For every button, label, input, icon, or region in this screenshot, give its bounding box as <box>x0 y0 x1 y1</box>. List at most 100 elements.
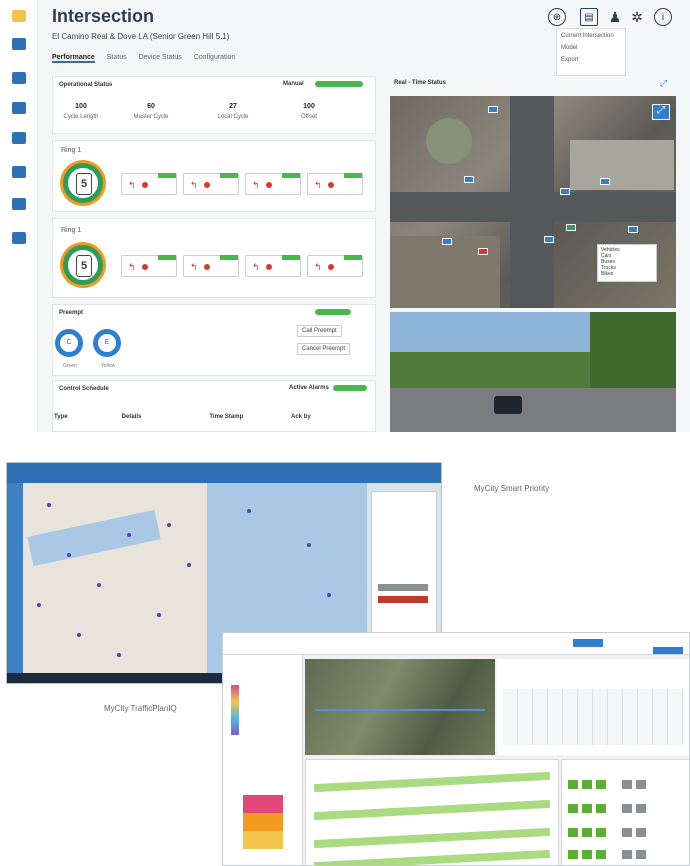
nav-settings-icon[interactable] <box>12 166 26 178</box>
incident-marker[interactable] <box>478 248 488 255</box>
panel-button[interactable] <box>378 596 428 603</box>
nav-list-icon[interactable] <box>12 102 26 114</box>
tab-device-status[interactable]: Device Status <box>139 54 182 61</box>
planiq-caption: MyCity TrafficPlanIQ <box>104 704 177 713</box>
panel-button[interactable] <box>378 584 428 591</box>
nav-folder-icon[interactable] <box>12 232 26 244</box>
priority-point[interactable] <box>167 523 171 527</box>
heat-cell <box>243 813 283 831</box>
priority-point[interactable] <box>247 509 251 513</box>
ring-card: Ring 1 5 ↰ ↰ ↰ ↰ <box>52 218 376 298</box>
vehicle-marker[interactable] <box>560 188 570 195</box>
vehicle-marker[interactable] <box>442 238 452 245</box>
priority-point[interactable] <box>187 563 191 567</box>
vehicle-marker[interactable] <box>544 236 554 243</box>
priority-point[interactable] <box>67 553 71 557</box>
intersection-dropdown[interactable]: Current Intersection Model Export <box>556 28 626 76</box>
nav-report-icon[interactable] <box>12 132 26 144</box>
mode-label: Manual <box>283 81 304 87</box>
car <box>494 396 522 414</box>
column-header: Time Stamp <box>209 414 244 420</box>
phase-block[interactable]: ↰ <box>307 173 363 195</box>
fullscreen-icon[interactable]: ⤢ <box>652 104 670 120</box>
preempt-circle[interactable]: C <box>55 329 83 357</box>
vehicle-marker[interactable] <box>464 176 474 183</box>
save-icon[interactable]: ▤ <box>580 8 598 26</box>
street-view[interactable] <box>390 312 676 432</box>
vehicle-marker[interactable] <box>600 178 610 185</box>
app-side-bar <box>7 483 23 683</box>
corridor-line <box>315 709 485 711</box>
nav-alert-icon[interactable] <box>12 198 26 210</box>
vehicle-marker[interactable] <box>488 106 498 113</box>
stat-local-cycle: 27 Local Cycle <box>217 103 249 120</box>
phase-block[interactable]: ↰ <box>121 173 177 195</box>
phase-green <box>582 850 592 859</box>
mode-status-pill <box>315 81 363 87</box>
cancel-preempt-button[interactable]: Cancel Preempt <box>297 343 351 355</box>
back-icon[interactable]: ⊕ <box>548 8 566 26</box>
phase-block[interactable]: ↰ <box>245 173 301 195</box>
phase-gray <box>636 828 646 837</box>
call-preempt-button[interactable]: Call Preempt <box>297 325 342 337</box>
user-icon[interactable]: ♟ <box>606 8 624 26</box>
priority-point[interactable] <box>117 653 121 657</box>
priority-point[interactable] <box>37 603 41 607</box>
priority-point[interactable] <box>307 543 311 547</box>
ring-label: Ring 1 <box>61 227 82 234</box>
priority-point[interactable] <box>127 533 131 537</box>
expand-icon[interactable]: ⤢ <box>660 78 667 89</box>
time-space-diagram[interactable] <box>305 759 559 865</box>
phase-green <box>582 828 592 837</box>
ring-number: 5 <box>76 255 92 277</box>
green-band <box>313 849 551 865</box>
nav-map-icon[interactable] <box>12 38 26 50</box>
dropdown-item[interactable]: Current Intersection <box>557 29 625 41</box>
tab-status[interactable]: Status <box>107 54 127 61</box>
ring-dial: 5 <box>63 245 103 285</box>
dropdown-item[interactable]: Export <box>557 53 625 65</box>
gear-icon[interactable]: ✲ <box>628 8 646 26</box>
preempt-circle[interactable]: E <box>93 329 121 357</box>
tab-configuration[interactable]: Configuration <box>194 54 236 61</box>
green-band <box>313 771 551 793</box>
phase-green <box>582 804 592 813</box>
priority-point[interactable] <box>327 593 331 597</box>
ring-dial: 5 <box>63 163 103 203</box>
legend-item: Bikes <box>601 271 614 277</box>
priority-point[interactable] <box>77 633 81 637</box>
planiq-satellite-map[interactable] <box>305 659 495 755</box>
phase-green <box>596 804 606 813</box>
priority-point[interactable] <box>97 583 101 587</box>
ring-number: 5 <box>76 173 92 195</box>
phase-block[interactable]: ↰ <box>245 255 301 277</box>
alarms-status-pill <box>333 385 367 391</box>
planiq-timing-grid[interactable] <box>497 659 689 755</box>
phase-green <box>568 850 578 859</box>
phase-green <box>568 780 578 789</box>
control-schedule-title: Control Schedule <box>59 386 109 392</box>
toolbar-button[interactable] <box>573 639 603 647</box>
ring-card: Ring 1 5 ↰ ↰ ↰ ↰ <box>52 140 376 212</box>
signal-marker[interactable] <box>566 224 576 231</box>
phase-block[interactable]: ↰ <box>121 255 177 277</box>
phase-block[interactable]: ↰ <box>307 255 363 277</box>
vehicle-marker[interactable] <box>628 226 638 233</box>
page-title: Intersection <box>52 6 155 26</box>
priority-point[interactable] <box>47 503 51 507</box>
dropdown-item[interactable]: Model <box>557 41 625 53</box>
phase-green <box>596 828 606 837</box>
preempt-status-pill <box>315 309 351 315</box>
info-icon[interactable]: i <box>654 8 672 26</box>
schedule-table-header: Type Details Time Stamp Ack by <box>54 414 366 420</box>
phase-block[interactable]: ↰ <box>183 255 239 277</box>
priority-point[interactable] <box>157 613 161 617</box>
phase-table <box>561 759 689 865</box>
road <box>390 192 676 222</box>
tab-performance[interactable]: Performance <box>52 54 95 63</box>
phase-block[interactable]: ↰ <box>183 173 239 195</box>
plaza <box>426 118 472 164</box>
green-band <box>313 827 551 849</box>
nav-dashboard-icon[interactable] <box>12 72 26 84</box>
toolbar-button[interactable] <box>653 647 683 654</box>
